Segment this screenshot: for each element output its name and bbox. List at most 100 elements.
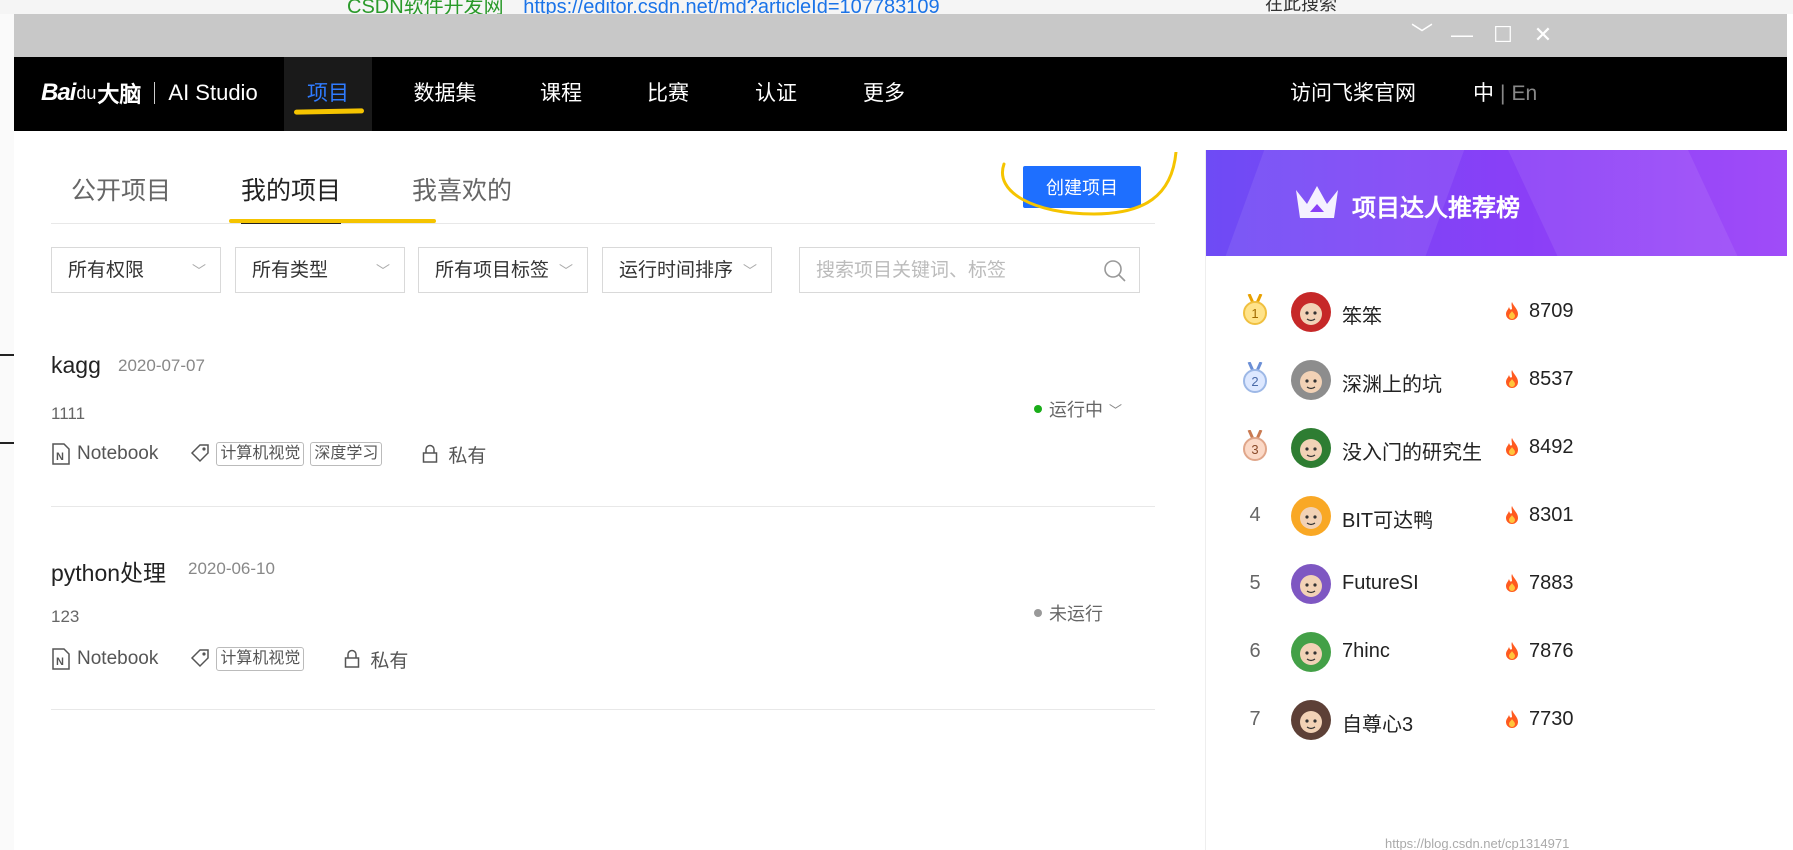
user-score: 7876 — [1529, 640, 1574, 662]
project-date: 2020-06-10 — [188, 559, 275, 578]
lock-icon — [345, 649, 360, 668]
select-value: 所有项目标签 — [435, 260, 550, 281]
project-item[interactable]: kagg 2020-07-07 1111 N Notebook 计算机视觉 深度… — [51, 350, 1155, 507]
tab-public-projects[interactable]: 公开项目 — [71, 171, 171, 223]
medal-icon: 1 — [1243, 294, 1267, 325]
user-name[interactable]: 7hinc — [1342, 640, 1390, 663]
medal-icon: 3 — [1243, 430, 1267, 461]
project-title[interactable]: kagg — [51, 352, 101, 379]
ranking-row[interactable]: 5 FutureSI 7883 — [1206, 550, 1787, 618]
type-filter[interactable]: 所有类型 ﹀ — [235, 247, 405, 293]
paw-icon: du — [76, 82, 97, 103]
lang-zh[interactable]: 中 — [1473, 82, 1494, 105]
avatar[interactable] — [1291, 496, 1331, 536]
fire-icon — [1506, 710, 1518, 728]
tag-filter[interactable]: 所有项目标签 ﹀ — [418, 247, 588, 293]
project-status: 未运行 — [1034, 600, 1103, 626]
nav-item-projects[interactable]: 项目 — [284, 57, 372, 131]
user-name[interactable]: 自尊心3 — [1342, 708, 1413, 737]
nav-item-datasets[interactable]: 数据集 — [402, 57, 488, 131]
project-tabs: 公开项目 我的项目 我喜欢的 — [51, 171, 1155, 224]
highlight-annotation — [229, 219, 436, 223]
project-item[interactable]: python处理 2020-06-10 123 N Notebook 计算机视觉… — [51, 552, 1155, 710]
rank-number: 2 — [1251, 374, 1258, 389]
search-input[interactable] — [814, 248, 1098, 294]
project-title[interactable]: python处理 — [51, 554, 166, 588]
chevron-down-icon: ﹀ — [1109, 402, 1123, 418]
ranking-row[interactable]: 6 7hinc 7876 — [1206, 618, 1787, 686]
site-name: CSDN软件开发网 — [347, 0, 504, 14]
rank-number: 6 — [1249, 640, 1261, 662]
tab-liked-projects[interactable]: 我喜欢的 — [412, 171, 512, 223]
avatar[interactable] — [1291, 564, 1331, 604]
nav-item-more[interactable]: 更多 — [852, 57, 916, 131]
tab-label: 公开项目 — [71, 177, 172, 205]
user-score: 8537 — [1529, 368, 1574, 390]
nav-item-courses[interactable]: 课程 — [529, 57, 593, 131]
circle-annotation — [1001, 152, 1178, 216]
browser-search-hint[interactable]: 在此搜索 — [1265, 0, 1337, 14]
maximize-button[interactable]: ☐ — [1490, 22, 1516, 48]
visit-paddle-link[interactable]: 访问飞桨官网 — [1290, 57, 1416, 131]
tag-badge[interactable]: 深度学习 — [310, 442, 383, 466]
url-text: https://editor.csdn.net/md?articleId=107… — [523, 0, 940, 14]
browser-toolbar: CSDN软件开发网 https://editor.csdn.net/md?art… — [0, 0, 1793, 14]
user-score: 8301 — [1529, 504, 1574, 526]
project-description: 1111 — [51, 404, 86, 423]
ranking-row[interactable]: 7 自尊心3 7730 — [1206, 686, 1787, 754]
status-label: 运行中 — [1049, 400, 1103, 420]
logo-text: Bai — [41, 79, 76, 106]
close-button[interactable]: ✕ — [1530, 22, 1556, 48]
user-name[interactable]: 没入门的研究生 — [1342, 436, 1482, 465]
fire-icon — [1506, 370, 1518, 388]
medal-icon: 2 — [1243, 362, 1267, 393]
ranking-banner: 项目达人推荐榜 — [1206, 150, 1787, 256]
select-value: 所有权限 — [68, 260, 145, 281]
window-titlebar: ﹀ — ☐ ✕ — [14, 14, 1787, 57]
top-navigation: Bai du 大脑 AI Studio 项目 数据集 课程 比赛 认证 更多 访… — [14, 57, 1787, 131]
svg-text:N: N — [56, 656, 64, 668]
avatar[interactable] — [1291, 632, 1331, 672]
browser-address[interactable]: CSDN软件开发网 https://editor.csdn.net/md?art… — [347, 0, 940, 14]
fire-icon — [1506, 642, 1518, 660]
project-description: 123 — [51, 607, 80, 626]
avatar[interactable] — [1291, 360, 1331, 400]
avatar[interactable] — [1291, 292, 1331, 332]
user-name[interactable]: FutureSI — [1342, 572, 1419, 595]
nav-item-certification[interactable]: 认证 — [744, 57, 808, 131]
avatar[interactable] — [1291, 700, 1331, 740]
tag-badge[interactable]: 计算机视觉 — [216, 442, 305, 466]
ranking-row[interactable]: 4 BIT可达鸭 8301 — [1206, 482, 1787, 550]
nav-item-competitions[interactable]: 比赛 — [636, 57, 700, 131]
collapse-icon[interactable]: ﹀ — [1409, 22, 1435, 48]
search-icon[interactable] — [1103, 259, 1127, 283]
minimize-button[interactable]: — — [1449, 22, 1475, 48]
ranking-row[interactable]: 3 没入门的研究生 8492 — [1206, 414, 1787, 482]
nav-item-label: 数据集 — [413, 82, 477, 105]
ranking-row[interactable]: 1 笨笨 8709 — [1206, 278, 1787, 346]
project-status-dropdown[interactable]: 运行中 ﹀ — [1034, 396, 1122, 422]
chevron-down-icon: ﹀ — [559, 263, 573, 279]
avatar[interactable] — [1291, 428, 1331, 468]
lang-en[interactable]: En — [1511, 82, 1537, 105]
tab-my-projects[interactable]: 我的项目 — [241, 171, 342, 224]
permission-filter[interactable]: 所有权限 ﹀ — [51, 247, 221, 293]
nav-item-label: 认证 — [755, 82, 797, 105]
tag-badge[interactable]: 计算机视觉 — [216, 647, 305, 671]
rank-number: 7 — [1249, 708, 1261, 730]
status-dot — [1034, 609, 1042, 617]
crown-icon — [1296, 186, 1338, 218]
nav-item-label: 课程 — [540, 82, 582, 105]
nav-item-label: 比赛 — [647, 82, 689, 105]
baidu-ai-studio-logo[interactable]: Bai du 大脑 AI Studio — [41, 75, 258, 111]
project-meta: N Notebook 计算机视觉 深度学习 私有 — [51, 439, 486, 469]
fire-icon — [1506, 438, 1518, 456]
sort-filter[interactable]: 运行时间排序 ﹀ — [602, 247, 772, 293]
ranking-row[interactable]: 2 深渊上的坑 8537 — [1206, 346, 1787, 414]
avatar-face — [1300, 371, 1322, 393]
user-name[interactable]: 笨笨 — [1342, 300, 1382, 329]
user-name[interactable]: 深渊上的坑 — [1342, 368, 1442, 397]
project-tags: 计算机视觉 — [190, 647, 305, 671]
user-name[interactable]: BIT可达鸭 — [1342, 504, 1433, 533]
user-score: 8492 — [1529, 436, 1574, 458]
